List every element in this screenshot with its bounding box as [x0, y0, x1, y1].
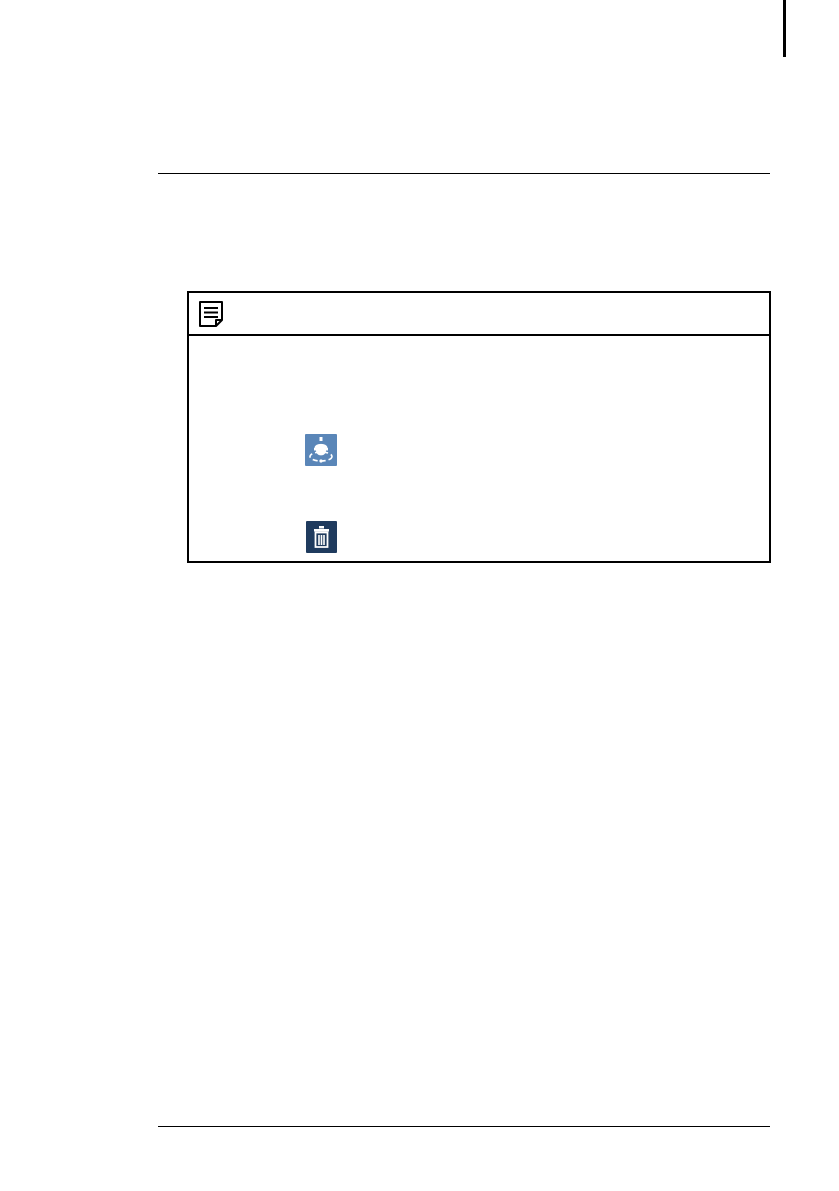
note-icon — [197, 299, 227, 329]
note-box — [187, 291, 771, 563]
trash-icon[interactable] — [306, 521, 337, 553]
note-header — [189, 293, 769, 336]
footer-rule — [158, 1126, 770, 1127]
ptz-camera-icon[interactable] — [305, 434, 337, 466]
page-edge-mark — [783, 0, 786, 57]
header-rule — [158, 173, 770, 174]
